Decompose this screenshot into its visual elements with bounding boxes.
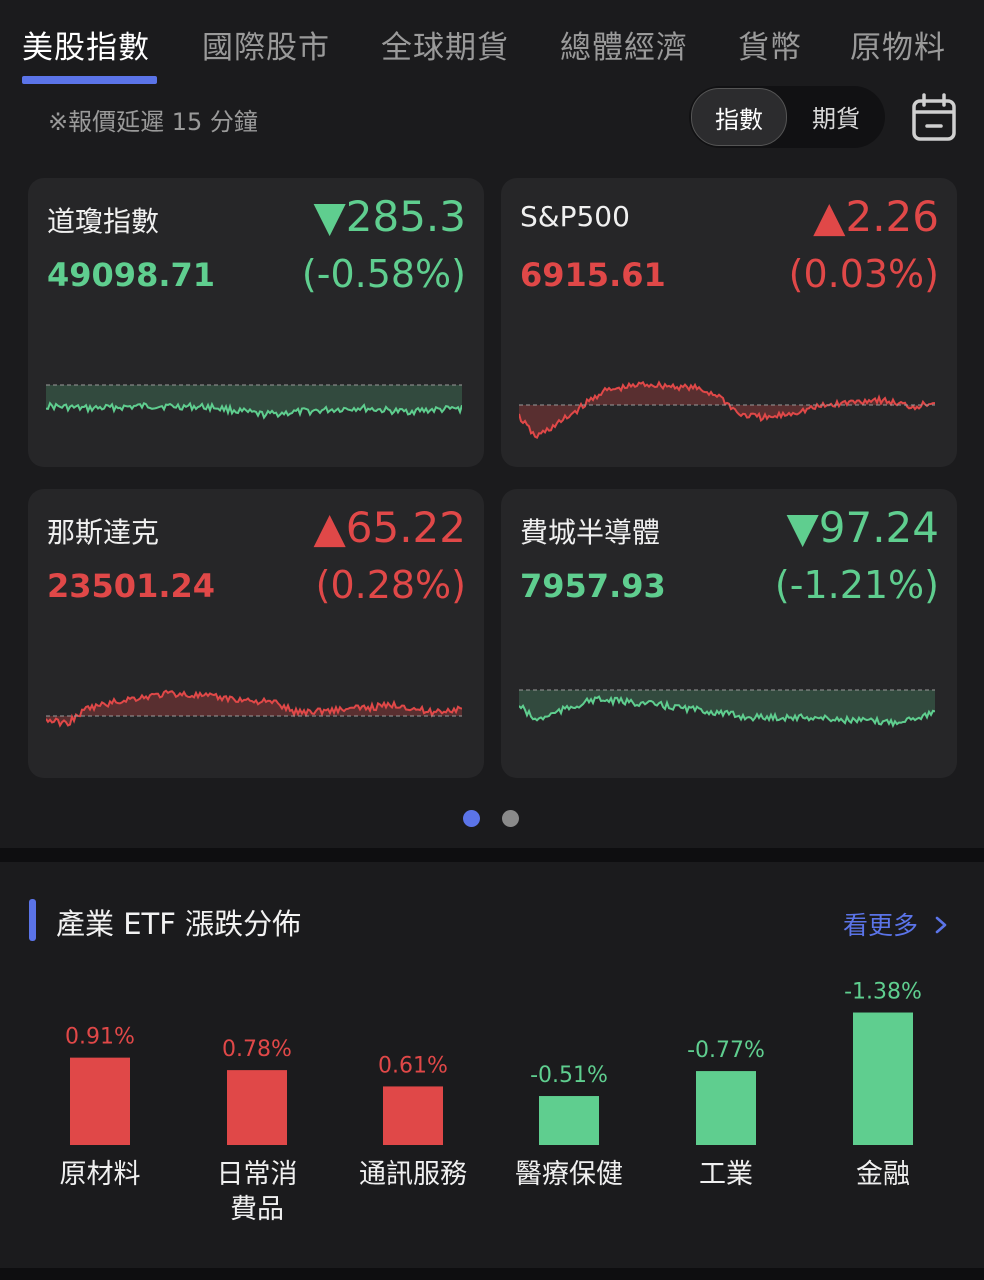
etf-category-label: 通訊服務 [359, 1159, 467, 1190]
section-divider [0, 848, 984, 862]
etf-bar-value-label: -0.77% [687, 1038, 765, 1063]
market-tabs: 美股指數 國際股市 全球期貨 總體經濟 貨幣 原物料 [0, 0, 984, 90]
card-change: ▼285.3 [313, 192, 466, 241]
card-name: 道瓊指數 [47, 205, 160, 238]
etf-category-label: 費品 [230, 1194, 284, 1225]
card-percent: (-0.58%) [301, 252, 466, 296]
card-percent: (0.03%) [788, 252, 939, 296]
etf-bar-chart: 0.91% 原材料 0.78% 日常消費品 0.61% 通訊服務 -0.51% 醫療保健 -0.… [60, 980, 922, 1225]
calendar-icon[interactable] [911, 93, 957, 143]
card-value: 23501.24 [47, 567, 216, 605]
sparkline-area [46, 385, 462, 418]
etf-category-label: 原材料 [60, 1159, 141, 1190]
card-change: ▼97.24 [786, 503, 939, 552]
card-value: 49098.71 [47, 256, 216, 294]
etf-category-label: 工業 [699, 1159, 753, 1190]
etf-bar-value-label: -1.38% [844, 980, 922, 1005]
chevron-right-icon [935, 916, 947, 934]
etf-bar[interactable] [696, 1071, 756, 1145]
index-futures-toggle: 指數 期貨 [689, 86, 885, 148]
card-value: 6915.61 [520, 256, 666, 294]
card-percent: (0.28%) [315, 563, 466, 607]
sparkline-area [519, 382, 935, 438]
sparkline-chart [519, 689, 935, 729]
tab-commodities[interactable]: 原物料 [850, 22, 946, 67]
delay-note: ※報價延遲 15 分鐘 [48, 108, 258, 136]
etf-category-label: 金融 [856, 1159, 910, 1190]
sparkline-chart [46, 384, 462, 420]
bottom-divider [0, 1268, 984, 1280]
index-card-dow[interactable]: 道瓊指數 ▼285.3 49098.71 (-0.58%) [28, 178, 484, 467]
card-name: 費城半導體 [520, 516, 661, 549]
etf-bar-value-label: 0.78% [222, 1037, 292, 1062]
index-card-sp500[interactable]: S&P500 ▲2.26 6915.61 (0.03%) [501, 178, 957, 467]
tab-us-indices[interactable]: 美股指數 [22, 22, 150, 67]
tab-global-futures[interactable]: 全球期貨 [381, 22, 509, 67]
tab-intl-markets[interactable]: 國際股市 [202, 22, 330, 67]
card-name: S&P500 [520, 200, 630, 233]
card-value: 7957.93 [520, 567, 666, 605]
sparkline-chart [519, 380, 935, 440]
section-accent-bar [29, 899, 36, 941]
tab-currency[interactable]: 貨幣 [738, 22, 802, 67]
etf-bar-value-label: -0.51% [530, 1063, 608, 1088]
card-change: ▲2.26 [813, 192, 939, 241]
index-card-nasdaq[interactable]: 那斯達克 ▲65.22 23501.24 (0.28%) [28, 489, 484, 778]
etf-category-label: 日常消 [217, 1159, 298, 1190]
etf-bar[interactable] [227, 1070, 287, 1145]
sparkline-chart [46, 689, 462, 728]
see-more-label: 看更多 [843, 911, 919, 940]
etf-bar[interactable] [853, 1012, 913, 1145]
segment-futures-button[interactable]: 期貨 [789, 88, 883, 144]
card-name: 那斯達克 [47, 516, 160, 549]
page-dot-1[interactable] [463, 810, 480, 827]
etf-bar[interactable] [383, 1086, 443, 1145]
tab-macro-economy[interactable]: 總體經濟 [560, 22, 688, 67]
page-dot-2[interactable] [502, 810, 519, 827]
section-title: 產業 ETF 漲跌分佈 [56, 907, 302, 941]
card-percent: (-1.21%) [774, 563, 939, 607]
etf-bar-value-label: 0.61% [378, 1053, 448, 1078]
etf-bar[interactable] [70, 1057, 130, 1145]
etf-bar-value-label: 0.91% [65, 1025, 135, 1050]
active-tab-indicator [22, 76, 157, 84]
index-card-sox[interactable]: 費城半導體 ▼97.24 7957.93 (-1.21%) [501, 489, 957, 778]
segment-index-button[interactable]: 指數 [691, 88, 787, 146]
etf-category-label: 醫療保健 [515, 1159, 623, 1190]
card-change: ▲65.22 [313, 503, 466, 552]
see-more-link[interactable]: 看更多 [843, 906, 948, 942]
sparkline-line [519, 380, 935, 440]
etf-bar[interactable] [539, 1096, 599, 1145]
